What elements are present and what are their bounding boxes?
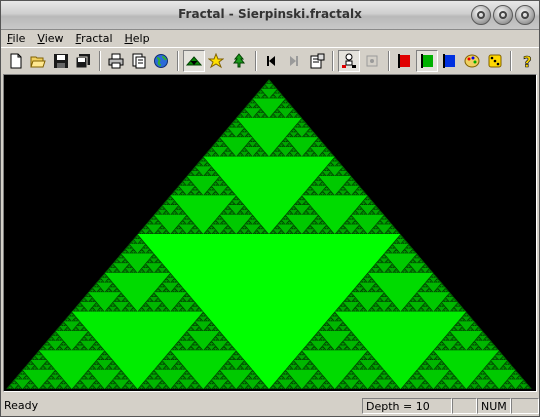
save-button[interactable] (50, 50, 72, 72)
disabled-button[interactable] (361, 50, 383, 72)
properties-button[interactable] (306, 50, 328, 72)
title-bar[interactable]: Fractal - Sierpinski.fractalx (1, 1, 539, 30)
network-icon (342, 53, 357, 68)
toolbar: ? (1, 47, 539, 73)
printer-icon (108, 53, 124, 68)
fractal-canvas[interactable] (3, 74, 537, 392)
toolbar-separator (510, 50, 513, 71)
red-color-button[interactable] (394, 50, 416, 72)
blue-flag-icon (443, 53, 456, 68)
green-flag-icon (420, 53, 433, 68)
tree-icon (232, 52, 245, 67)
menu-file[interactable]: File (1, 32, 31, 45)
toolbar-separator (176, 50, 179, 71)
properties-icon (310, 53, 325, 68)
new-document-icon (10, 53, 22, 68)
app-window: Fractal - Sierpinski.fractalx File View … (0, 0, 540, 417)
status-text: Ready (4, 398, 39, 412)
window-title: Fractal - Sierpinski.fractalx (178, 7, 362, 21)
help-button[interactable]: ? (516, 50, 538, 72)
toolbar-separator (387, 50, 390, 71)
red-flag-icon (398, 53, 411, 68)
minimize-button[interactable] (471, 5, 491, 25)
print-preview-button[interactable] (128, 50, 150, 72)
blue-color-button[interactable] (439, 50, 461, 72)
maximize-icon (499, 11, 507, 19)
disabled-item-icon (366, 55, 378, 66)
menu-help[interactable]: Help (119, 32, 156, 45)
depth-indicator: Depth = 10 (362, 397, 452, 414)
triangle-fractal-button[interactable] (182, 49, 205, 72)
close-button[interactable] (515, 5, 535, 25)
menu-fractal[interactable]: Fractal (70, 32, 119, 45)
star-fractal-button[interactable] (206, 50, 228, 72)
dice-icon (488, 54, 502, 67)
menu-bar: File View Fractal Help (1, 30, 539, 47)
dice-button[interactable] (484, 50, 506, 72)
status-bar: Ready Depth = 10 NUM (1, 395, 539, 416)
save-disk-icon (53, 53, 68, 68)
print-preview-icon (132, 53, 146, 68)
help-icon: ? (523, 53, 532, 69)
sierpinski-fractal (6, 79, 532, 389)
step-forward-icon (290, 55, 299, 66)
network-button[interactable] (338, 49, 360, 72)
step-back-button[interactable] (261, 50, 283, 72)
toolbar-separator (99, 50, 102, 71)
status-pane-empty (511, 397, 539, 414)
print-button[interactable] (105, 50, 127, 72)
new-document-button[interactable] (5, 50, 27, 72)
toolbar-separator (254, 50, 257, 71)
save-all-icon (75, 53, 91, 68)
globe-icon (154, 53, 169, 68)
globe-button[interactable] (150, 50, 172, 72)
close-icon (521, 11, 529, 19)
svg-text:?: ? (523, 53, 532, 69)
step-forward-button[interactable] (283, 50, 305, 72)
green-color-button[interactable] (416, 49, 438, 72)
palette-icon (464, 54, 480, 67)
menu-view[interactable]: View (31, 32, 69, 45)
status-pane-empty (452, 397, 477, 414)
window-controls (471, 5, 535, 25)
num-lock-indicator: NUM (477, 397, 511, 414)
star-icon (208, 52, 225, 68)
maximize-button[interactable] (493, 5, 513, 25)
triangle-fractal-icon (185, 55, 202, 65)
open-folder-button[interactable] (28, 50, 50, 72)
minimize-icon (477, 11, 485, 19)
step-back-icon (267, 55, 276, 66)
save-all-button[interactable] (73, 50, 95, 72)
toolbar-separator (332, 50, 335, 71)
palette-button[interactable] (461, 50, 483, 72)
tree-fractal-button[interactable] (228, 50, 250, 72)
open-folder-icon (30, 56, 47, 67)
